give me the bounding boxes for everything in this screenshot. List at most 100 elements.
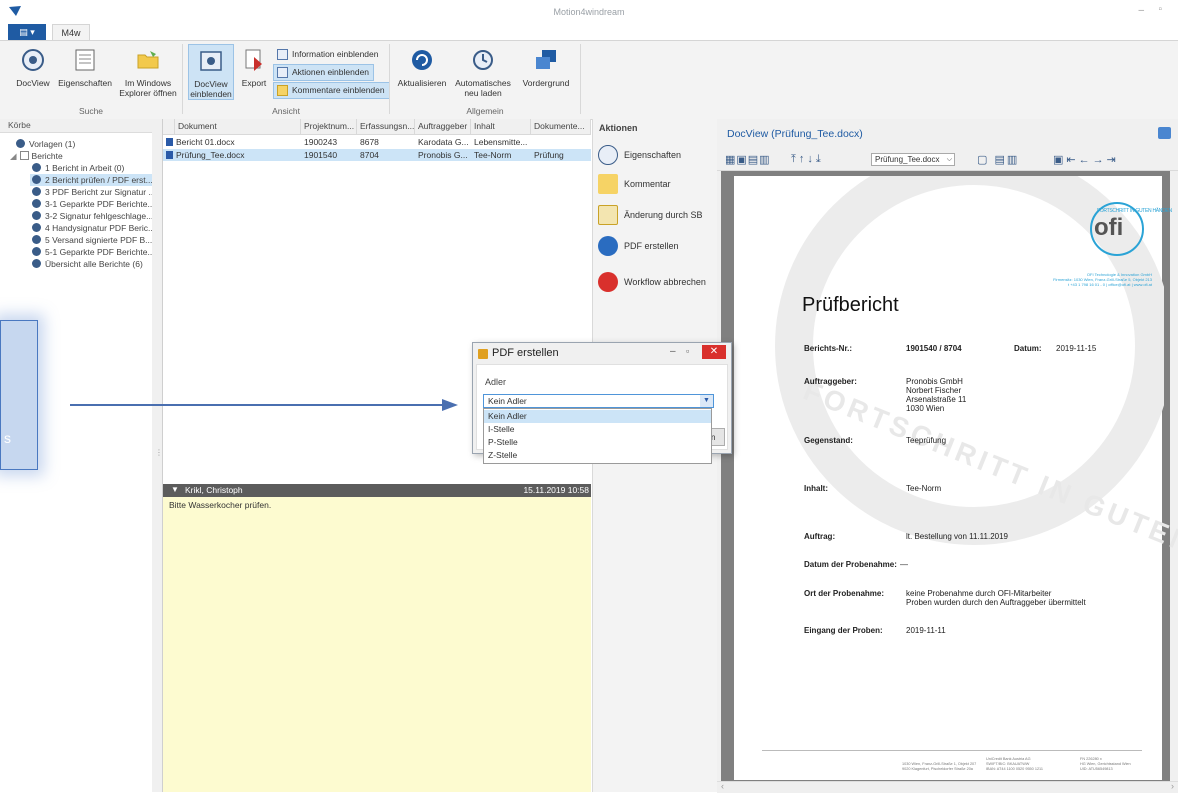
action-label: Kommentar xyxy=(624,179,671,189)
tree-item-berichte[interactable]: ◢ Berichte xyxy=(10,150,63,162)
collapse-arrow-icon[interactable]: ◢ xyxy=(10,151,17,161)
tree-item-geparkte-pdf-5[interactable]: 5-1 Geparkte PDF Berichte... xyxy=(32,246,155,258)
datum-probenahme-label: Datum der Probenahme: xyxy=(804,560,897,569)
cell-erfassungsnummer: 8704 xyxy=(360,150,379,160)
tree-item-handysignatur[interactable]: 4 Handysignatur PDF Beric... xyxy=(32,222,155,234)
column-erfassungsnummer[interactable]: Erfassungsn... xyxy=(357,119,415,134)
basket-icon xyxy=(32,211,41,220)
tree-item-versand[interactable]: 5 Versand signierte PDF B... xyxy=(32,234,152,246)
group-label-allgemein: Allgemein xyxy=(466,106,504,116)
tree-item-vorlagen[interactable]: Vorlagen (1) xyxy=(16,138,75,150)
column-dokument[interactable]: Dokument xyxy=(175,119,301,134)
footer-text: UniCredit Bank Austria AG xyxy=(986,757,1031,761)
action-kommentar[interactable]: Kommentar xyxy=(598,173,671,195)
option-p-stelle[interactable]: P-Stelle xyxy=(484,436,711,449)
column-inhalt[interactable]: Inhalt xyxy=(471,119,531,134)
docview-search-button[interactable]: DocView xyxy=(14,48,52,88)
window-title: Motion4windream xyxy=(553,7,625,17)
dialog-minimize-icon[interactable]: – xyxy=(670,346,676,357)
comment-author: Krikl, Christoph xyxy=(185,485,243,495)
basket-icon xyxy=(32,247,41,256)
tree-item-uebersicht[interactable]: Übersicht alle Berichte (6) xyxy=(32,258,143,270)
dialog-button-partial[interactable]: n xyxy=(711,428,725,446)
explorer-open-button[interactable]: Im Windows Explorer öffnen xyxy=(118,48,178,98)
docview-einblenden-button[interactable]: DocView einblenden xyxy=(188,44,234,100)
docview-einblenden-label-2: einblenden xyxy=(190,89,232,99)
action-aenderung-durch-sb[interactable]: Änderung durch SB xyxy=(598,204,703,226)
tree-item-label: 3-2 Signatur fehlgeschlage... xyxy=(45,211,154,221)
footer-divider xyxy=(762,750,1142,751)
company-line-3: t +43 1 798 16 01 - 0 | office@ofi.at | … xyxy=(1067,282,1152,287)
tree-item-bericht-in-arbeit[interactable]: 1 Bericht in Arbeit (0) xyxy=(32,162,124,174)
column-projektnummer[interactable]: Projektnum... xyxy=(301,119,357,134)
comment-note-icon xyxy=(598,174,618,194)
file-menu-tab[interactable]: ▤ ▾ xyxy=(8,24,46,40)
ribbon-tab-bar xyxy=(0,24,1178,40)
datum-label: Datum: xyxy=(1014,344,1042,353)
automatisches-neuladen-button[interactable]: Automatisches neu laden xyxy=(452,48,514,98)
footer-text: 1030 Wien, Franz-Grill-Straße 1, Objekt … xyxy=(902,762,977,766)
auftrag-label: Auftrag: xyxy=(804,532,836,541)
docview-toggle-icon xyxy=(200,51,222,71)
tree-item-pdf-signatur[interactable]: 3 PDF Bericht zur Signatur ... xyxy=(32,186,156,198)
cell-projektnummer: 1901540 xyxy=(304,150,338,160)
tab-m4w[interactable]: M4w xyxy=(52,24,90,41)
basket-icon xyxy=(32,199,41,208)
tree-item-label: 5 Versand signierte PDF B... xyxy=(45,235,153,245)
table-row[interactable]: Bericht 01.docx 1900243 8678 Karodata G.… xyxy=(163,136,591,148)
column-auftraggeber[interactable]: Auftraggeber xyxy=(415,119,471,134)
file-select-dropdown[interactable]: Prüfung_Tee.docx ⌵ xyxy=(871,153,955,166)
basket-icon xyxy=(32,175,41,184)
footer-text: 9020 Klagenfurt, Pischeldorfer Straße 20… xyxy=(902,767,973,771)
action-workflow-abbrechen[interactable]: Workflow abbrechen xyxy=(598,271,706,293)
dialog-close-icon[interactable]: ✕ xyxy=(702,345,726,359)
group-label-suche: Suche xyxy=(78,106,104,116)
minimize-icon[interactable]: – xyxy=(1138,5,1144,16)
horizontal-scrollbar[interactable]: ‹ › xyxy=(717,781,1178,793)
stop-icon xyxy=(598,272,618,292)
edit-pencil-icon xyxy=(598,205,618,225)
title-bar: Motion4windream xyxy=(0,0,1178,25)
footer-text: FN 226280 x xyxy=(1080,757,1102,761)
action-eigenschaften[interactable]: Eigenschaften xyxy=(598,144,681,166)
datum-value: 2019-11-15 xyxy=(1056,344,1097,353)
comment-body[interactable]: Bitte Wasserkocher prüfen. xyxy=(163,497,591,792)
tree-item-geparkte-pdf[interactable]: 3-1 Geparkte PDF Berichte... xyxy=(32,198,155,210)
eigenschaften-button[interactable]: Eigenschaften xyxy=(58,48,112,88)
maximize-icon[interactable]: ▫ xyxy=(1158,4,1162,15)
column-dokumente[interactable]: Dokumente... xyxy=(531,119,591,134)
splitter-grip-icon[interactable]: ⋮ xyxy=(155,448,163,457)
auftraggeber-line: Norbert Fischer xyxy=(906,386,962,395)
tree-item-bericht-pruefen[interactable]: 2 Bericht prüfen / PDF erst... xyxy=(30,174,154,186)
action-pdf-erstellen[interactable]: PDF erstellen xyxy=(598,235,679,257)
docview-settings-icon[interactable] xyxy=(1158,127,1171,139)
aktualisieren-button[interactable]: Aktualisieren xyxy=(396,48,448,88)
basket-icon xyxy=(32,259,41,268)
print-save-icons[interactable]: ▦▣▤▥ xyxy=(725,153,771,166)
scroll-left-icon[interactable]: ‹ xyxy=(721,781,724,791)
adler-select-value: Kein Adler xyxy=(488,396,527,406)
scroll-right-icon[interactable]: › xyxy=(1171,781,1174,791)
tree-item-label: 1 Bericht in Arbeit (0) xyxy=(45,163,125,173)
navigation-arrows-icon[interactable]: ⤒↑↓⤓ xyxy=(791,153,824,166)
tree-item-label: 3-1 Geparkte PDF Berichte... xyxy=(45,199,155,209)
option-kein-adler[interactable]: Kein Adler xyxy=(484,410,711,423)
cell-erfassungsnummer: 8678 xyxy=(360,137,379,147)
information-einblenden-button[interactable]: Information einblenden xyxy=(274,47,382,62)
gegenstand-label: Gegenstand: xyxy=(804,436,853,445)
view-mode-icons[interactable]: ▢ ▤▥ xyxy=(977,153,1019,166)
auftrag-value: lt. Bestellung von 11.11.2019 xyxy=(906,532,1008,541)
chevron-down-icon[interactable]: ▼ xyxy=(700,395,713,407)
aktionen-einblenden-button[interactable]: Aktionen einblenden xyxy=(273,64,375,81)
tree-item-signatur-fehlgeschlagen[interactable]: 3-2 Signatur fehlgeschlage... xyxy=(32,210,153,222)
vordergrund-button[interactable]: Vordergrund xyxy=(518,48,574,88)
kommentare-einblenden-button[interactable]: Kommentare einblenden xyxy=(273,82,390,99)
page-navigation-icon[interactable]: ▣⇤←→⇥ xyxy=(1053,153,1119,166)
option-i-stelle[interactable]: I-Stelle xyxy=(484,423,711,436)
berichts-nr-value: 1901540 / 8704 xyxy=(906,344,962,353)
callout-box xyxy=(0,320,38,470)
option-z-stelle[interactable]: Z-Stelle xyxy=(484,449,711,462)
dialog-maximize-icon[interactable]: ▫ xyxy=(686,346,689,356)
table-row-selected[interactable]: Prüfung_Tee.docx 1901540 8704 Pronobis G… xyxy=(163,149,591,161)
export-button[interactable]: Export xyxy=(238,48,270,88)
